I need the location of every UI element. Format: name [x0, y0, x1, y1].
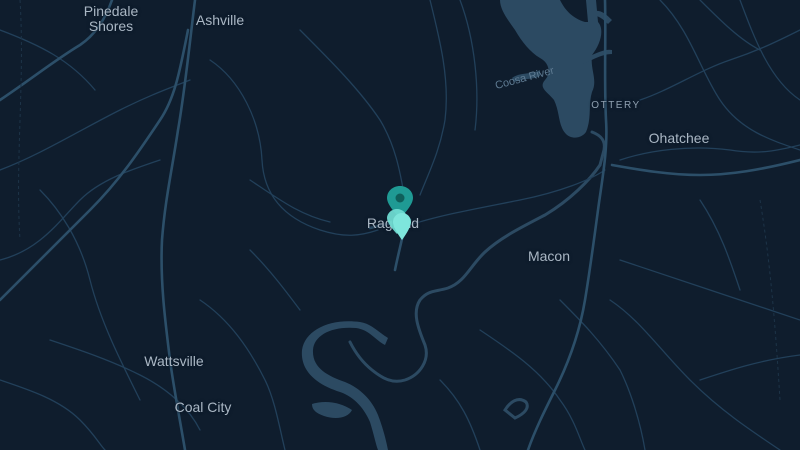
place-label-ashville: Ashville [195, 12, 245, 28]
place-label-pinedale-shores: Pinedale Shores [84, 4, 139, 34]
place-label-shores: Shores [88, 18, 134, 34]
marker-cluster [387, 186, 413, 240]
place-label-ottery: OTTERY [591, 100, 641, 111]
place-label-coal-city: Coal City [174, 399, 232, 415]
map-pin-icon[interactable] [393, 213, 411, 240]
river-lines [348, 130, 606, 420]
map-canvas[interactable]: Pinedale Shores Ashville OTTERY Ohatchee… [0, 0, 800, 450]
place-label-macon: Macon [527, 248, 571, 264]
place-label-ohatchee: Ohatchee [648, 130, 710, 146]
water-layer [301, 0, 612, 450]
place-label-pinedale: Pinedale [83, 3, 139, 19]
place-label-wattsville: Wattsville [144, 353, 204, 369]
river-meander [301, 321, 388, 450]
